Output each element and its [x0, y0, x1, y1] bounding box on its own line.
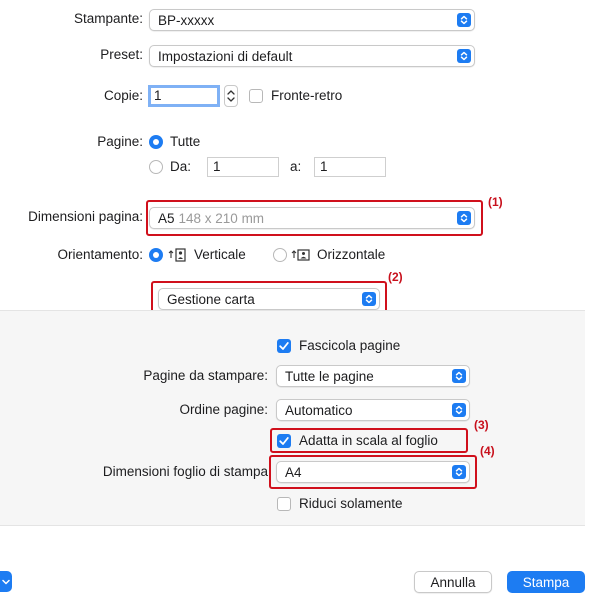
printer-label: Stampante:	[73, 11, 143, 26]
callout-box-1	[146, 200, 483, 236]
popup-chevron-icon	[457, 49, 471, 63]
pages-range-label: Da:	[170, 159, 192, 174]
copies-stepper[interactable]	[224, 85, 238, 107]
paper-size-label: Dimensioni pagina:	[28, 209, 143, 224]
duplex-checkbox[interactable]	[249, 89, 263, 103]
callout-label-2: (2)	[388, 270, 403, 284]
callout-box-3	[270, 428, 468, 453]
stepper-arrows-icon	[227, 90, 235, 102]
callout-label-1: (1)	[488, 195, 503, 209]
orientation-landscape-label: Orizzontale	[317, 247, 386, 262]
printer-value: BP-xxxxx	[158, 12, 215, 28]
copies-field[interactable]: 1	[148, 85, 220, 107]
copies-label: Copie:	[103, 88, 143, 103]
orientation-label: Orientamento:	[57, 247, 143, 262]
chevron-down-icon	[2, 579, 10, 584]
pages-from-field[interactable]: 1	[207, 157, 279, 177]
orientation-portrait-label: Verticale	[194, 247, 246, 262]
scale-down-checkbox[interactable]	[277, 497, 291, 511]
portrait-icon	[168, 248, 188, 265]
collate-label: Fascicola pagine	[299, 338, 401, 353]
preset-label: Preset:	[100, 47, 143, 62]
popup-chevron-icon	[457, 13, 471, 27]
popup-chevron-icon	[452, 403, 466, 417]
callout-label-3: (3)	[474, 418, 489, 432]
callout-label-4: (4)	[480, 444, 495, 458]
pages-range-radio[interactable]	[149, 160, 163, 174]
pages-to-print-popup[interactable]: Tutte le pagine	[276, 365, 470, 387]
print-button[interactable]: Stampa	[507, 571, 585, 593]
duplex-label: Fronte-retro	[271, 88, 343, 103]
preset-popup[interactable]: Impostazioni di default	[149, 45, 475, 67]
pages-label: Pagine:	[97, 134, 143, 149]
callout-box-4	[269, 455, 477, 489]
pages-to-print-label: Pagine da stampare:	[143, 368, 268, 383]
page-order-label: Ordine pagine:	[179, 402, 268, 417]
orientation-portrait-radio[interactable]	[149, 248, 163, 262]
checkmark-icon	[279, 342, 289, 350]
pages-from-value: 1	[213, 159, 221, 174]
dest-size-label: Dimensioni foglio di stampa	[102, 464, 268, 479]
pages-all-label: Tutte	[170, 134, 201, 149]
pages-to-print-value: Tutte le pagine	[285, 368, 374, 384]
pages-to-label: a:	[290, 159, 302, 174]
pages-to-field[interactable]: 1	[314, 157, 386, 177]
copies-value: 1	[154, 88, 162, 103]
pages-all-radio[interactable]	[149, 135, 163, 149]
pages-to-value: 1	[320, 159, 328, 174]
orientation-landscape-radio[interactable]	[273, 248, 287, 262]
printer-popup[interactable]: BP-xxxxx	[149, 9, 475, 31]
page-order-popup[interactable]: Automatico	[276, 399, 470, 421]
landscape-icon	[291, 248, 311, 265]
page-order-value: Automatico	[285, 402, 353, 418]
preset-value: Impostazioni di default	[158, 48, 293, 64]
scale-down-label: Riduci solamente	[299, 496, 403, 511]
pdf-menu-button[interactable]	[0, 571, 12, 592]
collate-checkbox[interactable]	[277, 339, 291, 353]
popup-chevron-icon	[452, 369, 466, 383]
cancel-button[interactable]: Annulla	[414, 571, 492, 593]
